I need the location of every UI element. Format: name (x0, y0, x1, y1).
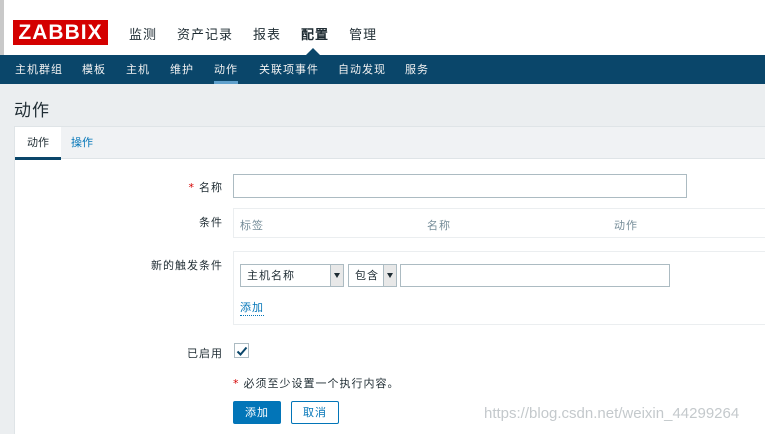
required-mark: * (188, 181, 195, 194)
name-label-text: 名称 (199, 181, 223, 194)
subnav-maintenance[interactable]: 维护 (170, 55, 194, 84)
main-menu: 监测 资产记录 报表 配置 管理 (129, 24, 377, 43)
subnav-services[interactable]: 服务 (405, 55, 429, 84)
conditions-label: 条件 (199, 216, 223, 229)
subnav-host-groups[interactable]: 主机群组 (15, 55, 63, 84)
chevron-down-icon (330, 265, 343, 286)
zabbix-logo[interactable]: ZABBIX (13, 20, 108, 45)
chevron-down-icon (383, 265, 396, 286)
condition-operator-select[interactable]: 包含 (348, 264, 397, 287)
add-button[interactable]: 添加 (233, 401, 281, 424)
checkmark-icon (236, 346, 248, 356)
menu-inventory[interactable]: 资产记录 (177, 24, 233, 43)
required-note: * 必须至少设置一个执行内容。 (233, 375, 400, 391)
menu-administration[interactable]: 管理 (349, 24, 377, 43)
subnav-event-correlation[interactable]: 关联项事件 (259, 55, 319, 84)
subnav-hosts[interactable]: 主机 (126, 55, 150, 84)
subnav-actions[interactable]: 动作 (214, 55, 238, 84)
form-panel: 动作 操作 * 名称 条件 标签 名称 动作 新的触发条件 主机名称 包含 添加 … (14, 126, 765, 434)
menu-configuration[interactable]: 配置 (301, 24, 329, 43)
enabled-label: 已启用 (187, 347, 223, 360)
top-bar: ZABBIX 监测 资产记录 报表 配置 管理 (0, 0, 765, 55)
new-condition-box: 主机名称 包含 添加 (233, 251, 765, 325)
note-text: 必须至少设置一个执行内容。 (243, 377, 400, 390)
watermark: https://blog.csdn.net/weixin_44299264 (484, 405, 740, 422)
tab-action[interactable]: 动作 (15, 127, 61, 160)
condition-type-value: 主机名称 (247, 269, 295, 282)
cancel-button[interactable]: 取消 (291, 401, 339, 424)
active-menu-arrow (306, 48, 320, 55)
condition-operator-value: 包含 (355, 269, 379, 282)
conditions-header-name: 名称 (427, 219, 451, 232)
subnav-discovery[interactable]: 自动发现 (338, 55, 386, 84)
menu-monitoring[interactable]: 监测 (129, 24, 157, 43)
page-title: 动作 (14, 101, 50, 121)
new-condition-label: 新的触发条件 (151, 259, 223, 272)
add-condition-link[interactable]: 添加 (240, 299, 264, 316)
name-input[interactable] (233, 174, 687, 198)
enabled-checkbox[interactable] (234, 343, 249, 358)
conditions-header-action: 动作 (614, 219, 638, 232)
conditions-header-label: 标签 (240, 219, 264, 232)
condition-value-input[interactable] (400, 264, 670, 287)
note-required-mark: * (233, 377, 240, 390)
tab-operations[interactable]: 操作 (59, 127, 105, 159)
window-edge (0, 0, 4, 55)
conditions-table: 标签 名称 动作 (233, 208, 765, 238)
subnav-templates[interactable]: 模板 (82, 55, 106, 84)
name-label: * 名称 (63, 179, 223, 195)
condition-type-select[interactable]: 主机名称 (240, 264, 344, 287)
sub-navigation: 主机群组 模板 主机 维护 动作 关联项事件 自动发现 服务 (0, 55, 765, 84)
menu-reports[interactable]: 报表 (253, 24, 281, 43)
tab-bar: 动作 操作 (15, 127, 765, 160)
